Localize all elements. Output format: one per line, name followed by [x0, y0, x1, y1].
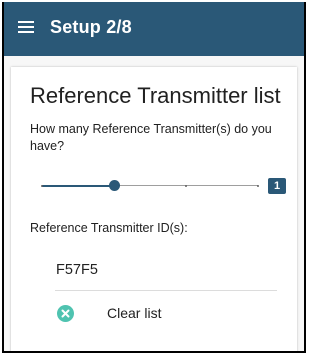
section-title: Reference Transmitter list	[30, 83, 281, 108]
clear-circle-x-icon	[57, 305, 74, 322]
app-bar: Setup 2/8	[4, 2, 304, 56]
page-title: Setup 2/8	[50, 17, 132, 37]
slider-value-badge: 1	[268, 178, 286, 194]
hamburger-menu-icon[interactable]	[18, 21, 34, 33]
clear-list-label: Clear list	[107, 305, 162, 321]
slider-tick-mark	[41, 185, 43, 187]
app-window: Setup 2/8 Reference Transmitter list How…	[2, 2, 306, 353]
list-divider	[55, 290, 277, 291]
transmitter-id-item[interactable]: F57F5	[56, 262, 98, 278]
slider-tick-mark	[185, 185, 187, 187]
slider-thumb[interactable]	[109, 180, 120, 191]
slider-active-track	[42, 185, 114, 187]
setup-card: Reference Transmitter list How many Refe…	[11, 67, 297, 351]
transmitter-count-question: How many Reference Transmitter(s) do you…	[30, 122, 272, 153]
slider-tick-mark	[257, 185, 259, 187]
transmitter-ids-label: Reference Transmitter ID(s):	[30, 221, 188, 235]
clear-list-button[interactable]: Clear list	[51, 301, 277, 325]
transmitter-count-slider[interactable]	[41, 176, 259, 196]
